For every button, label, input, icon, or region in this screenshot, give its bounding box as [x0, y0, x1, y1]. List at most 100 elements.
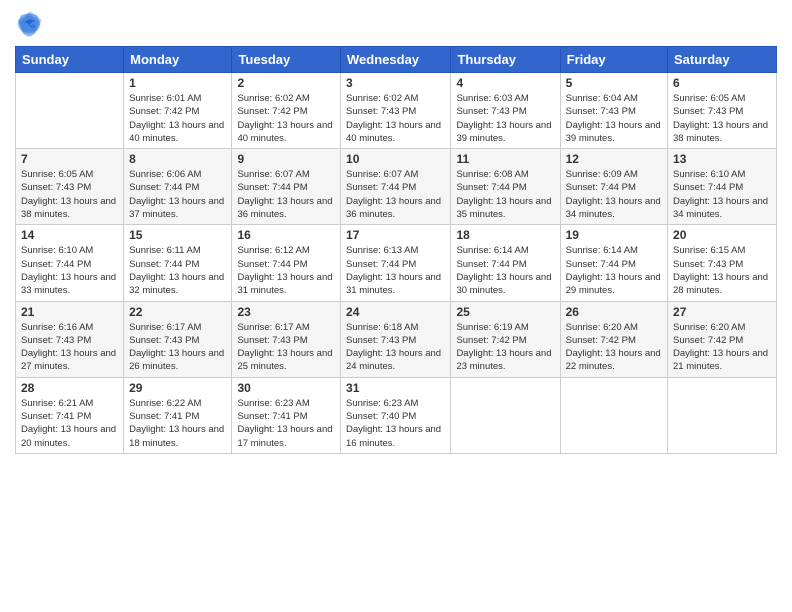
- daylight-hours: Daylight: 13 hours and 40 minutes.: [129, 120, 224, 144]
- calendar-day-cell: 13 Sunrise: 6:10 AM Sunset: 7:44 PM Dayl…: [668, 149, 777, 225]
- sunrise-time: Sunrise: 6:23 AM: [346, 398, 418, 409]
- sunset-time: Sunset: 7:44 PM: [673, 182, 743, 193]
- daylight-hours: Daylight: 13 hours and 40 minutes.: [346, 120, 441, 144]
- sunset-time: Sunset: 7:44 PM: [237, 259, 307, 270]
- sunset-time: Sunset: 7:42 PM: [673, 335, 743, 346]
- sunrise-time: Sunrise: 6:02 AM: [237, 93, 309, 104]
- day-info: Sunrise: 6:20 AM Sunset: 7:42 PM Dayligh…: [673, 321, 771, 374]
- day-number: 21: [21, 305, 118, 319]
- day-info: Sunrise: 6:20 AM Sunset: 7:42 PM Dayligh…: [566, 321, 662, 374]
- day-number: 28: [21, 381, 118, 395]
- daylight-hours: Daylight: 13 hours and 18 minutes.: [129, 424, 224, 448]
- sunrise-time: Sunrise: 6:09 AM: [566, 169, 638, 180]
- day-info: Sunrise: 6:16 AM Sunset: 7:43 PM Dayligh…: [21, 321, 118, 374]
- day-info: Sunrise: 6:04 AM Sunset: 7:43 PM Dayligh…: [566, 92, 662, 145]
- day-number: 10: [346, 152, 445, 166]
- sunset-time: Sunset: 7:44 PM: [346, 182, 416, 193]
- calendar-day-header: Sunday: [16, 47, 124, 73]
- sunset-time: Sunset: 7:43 PM: [673, 106, 743, 117]
- calendar-day-cell: 1 Sunrise: 6:01 AM Sunset: 7:42 PM Dayli…: [124, 73, 232, 149]
- sunrise-time: Sunrise: 6:14 AM: [566, 245, 638, 256]
- calendar-day-cell: 4 Sunrise: 6:03 AM Sunset: 7:43 PM Dayli…: [451, 73, 560, 149]
- sunrise-time: Sunrise: 6:07 AM: [237, 169, 309, 180]
- calendar-day-cell: 28 Sunrise: 6:21 AM Sunset: 7:41 PM Dayl…: [16, 377, 124, 453]
- sunset-time: Sunset: 7:42 PM: [566, 335, 636, 346]
- day-info: Sunrise: 6:21 AM Sunset: 7:41 PM Dayligh…: [21, 397, 118, 450]
- calendar-day-cell: [451, 377, 560, 453]
- calendar-table: SundayMondayTuesdayWednesdayThursdayFrid…: [15, 46, 777, 454]
- sunset-time: Sunset: 7:43 PM: [346, 106, 416, 117]
- day-number: 25: [456, 305, 554, 319]
- sunrise-time: Sunrise: 6:18 AM: [346, 322, 418, 333]
- daylight-hours: Daylight: 13 hours and 31 minutes.: [237, 272, 332, 296]
- day-info: Sunrise: 6:02 AM Sunset: 7:43 PM Dayligh…: [346, 92, 445, 145]
- calendar-day-cell: 21 Sunrise: 6:16 AM Sunset: 7:43 PM Dayl…: [16, 301, 124, 377]
- calendar-day-cell: 29 Sunrise: 6:22 AM Sunset: 7:41 PM Dayl…: [124, 377, 232, 453]
- calendar-day-cell: 2 Sunrise: 6:02 AM Sunset: 7:42 PM Dayli…: [232, 73, 341, 149]
- daylight-hours: Daylight: 13 hours and 17 minutes.: [237, 424, 332, 448]
- day-number: 23: [237, 305, 335, 319]
- day-info: Sunrise: 6:07 AM Sunset: 7:44 PM Dayligh…: [237, 168, 335, 221]
- sunrise-time: Sunrise: 6:11 AM: [129, 245, 201, 256]
- daylight-hours: Daylight: 13 hours and 39 minutes.: [456, 120, 551, 144]
- daylight-hours: Daylight: 13 hours and 34 minutes.: [566, 196, 661, 220]
- calendar-day-cell: 23 Sunrise: 6:17 AM Sunset: 7:43 PM Dayl…: [232, 301, 341, 377]
- calendar-day-cell: 9 Sunrise: 6:07 AM Sunset: 7:44 PM Dayli…: [232, 149, 341, 225]
- calendar-day-header: Thursday: [451, 47, 560, 73]
- calendar-day-header: Monday: [124, 47, 232, 73]
- day-number: 17: [346, 228, 445, 242]
- day-number: 18: [456, 228, 554, 242]
- sunset-time: Sunset: 7:44 PM: [346, 259, 416, 270]
- sunset-time: Sunset: 7:43 PM: [673, 259, 743, 270]
- daylight-hours: Daylight: 13 hours and 31 minutes.: [346, 272, 441, 296]
- day-info: Sunrise: 6:19 AM Sunset: 7:42 PM Dayligh…: [456, 321, 554, 374]
- sunrise-time: Sunrise: 6:01 AM: [129, 93, 201, 104]
- day-number: 22: [129, 305, 226, 319]
- calendar-day-cell: 6 Sunrise: 6:05 AM Sunset: 7:43 PM Dayli…: [668, 73, 777, 149]
- daylight-hours: Daylight: 13 hours and 21 minutes.: [673, 348, 768, 372]
- calendar-day-cell: 15 Sunrise: 6:11 AM Sunset: 7:44 PM Dayl…: [124, 225, 232, 301]
- calendar-day-cell: 19 Sunrise: 6:14 AM Sunset: 7:44 PM Dayl…: [560, 225, 667, 301]
- calendar-day-header: Tuesday: [232, 47, 341, 73]
- calendar-day-cell: 16 Sunrise: 6:12 AM Sunset: 7:44 PM Dayl…: [232, 225, 341, 301]
- sunset-time: Sunset: 7:44 PM: [129, 259, 199, 270]
- sunset-time: Sunset: 7:43 PM: [21, 182, 91, 193]
- sunset-time: Sunset: 7:41 PM: [129, 411, 199, 422]
- sunset-time: Sunset: 7:42 PM: [237, 106, 307, 117]
- sunrise-time: Sunrise: 6:02 AM: [346, 93, 418, 104]
- day-number: 14: [21, 228, 118, 242]
- day-info: Sunrise: 6:05 AM Sunset: 7:43 PM Dayligh…: [673, 92, 771, 145]
- calendar-day-cell: 17 Sunrise: 6:13 AM Sunset: 7:44 PM Dayl…: [341, 225, 451, 301]
- sunset-time: Sunset: 7:42 PM: [129, 106, 199, 117]
- day-info: Sunrise: 6:17 AM Sunset: 7:43 PM Dayligh…: [129, 321, 226, 374]
- sunset-time: Sunset: 7:44 PM: [566, 259, 636, 270]
- day-info: Sunrise: 6:06 AM Sunset: 7:44 PM Dayligh…: [129, 168, 226, 221]
- day-number: 3: [346, 76, 445, 90]
- sunrise-time: Sunrise: 6:05 AM: [21, 169, 93, 180]
- day-info: Sunrise: 6:10 AM Sunset: 7:44 PM Dayligh…: [21, 244, 118, 297]
- sunset-time: Sunset: 7:42 PM: [456, 335, 526, 346]
- sunset-time: Sunset: 7:41 PM: [237, 411, 307, 422]
- day-info: Sunrise: 6:11 AM Sunset: 7:44 PM Dayligh…: [129, 244, 226, 297]
- day-number: 19: [566, 228, 662, 242]
- daylight-hours: Daylight: 13 hours and 34 minutes.: [673, 196, 768, 220]
- daylight-hours: Daylight: 13 hours and 32 minutes.: [129, 272, 224, 296]
- sunrise-time: Sunrise: 6:04 AM: [566, 93, 638, 104]
- day-info: Sunrise: 6:02 AM Sunset: 7:42 PM Dayligh…: [237, 92, 335, 145]
- day-number: 30: [237, 381, 335, 395]
- daylight-hours: Daylight: 13 hours and 39 minutes.: [566, 120, 661, 144]
- day-info: Sunrise: 6:07 AM Sunset: 7:44 PM Dayligh…: [346, 168, 445, 221]
- sunset-time: Sunset: 7:43 PM: [566, 106, 636, 117]
- header: [15, 10, 777, 38]
- calendar-day-cell: [16, 73, 124, 149]
- calendar-day-cell: 27 Sunrise: 6:20 AM Sunset: 7:42 PM Dayl…: [668, 301, 777, 377]
- day-number: 31: [346, 381, 445, 395]
- day-number: 1: [129, 76, 226, 90]
- day-number: 6: [673, 76, 771, 90]
- logo: [15, 10, 47, 38]
- sunset-time: Sunset: 7:43 PM: [129, 335, 199, 346]
- calendar-week-row: 28 Sunrise: 6:21 AM Sunset: 7:41 PM Dayl…: [16, 377, 777, 453]
- daylight-hours: Daylight: 13 hours and 16 minutes.: [346, 424, 441, 448]
- day-info: Sunrise: 6:03 AM Sunset: 7:43 PM Dayligh…: [456, 92, 554, 145]
- day-info: Sunrise: 6:22 AM Sunset: 7:41 PM Dayligh…: [129, 397, 226, 450]
